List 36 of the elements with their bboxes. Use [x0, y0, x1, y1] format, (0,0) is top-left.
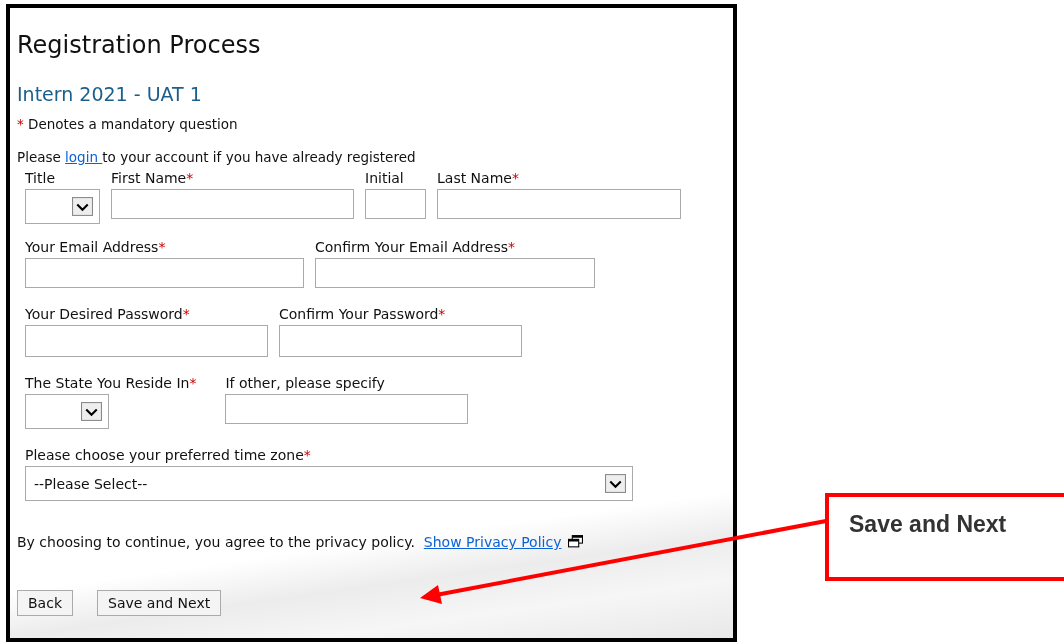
- form-button[interactable]: Save and Next: [97, 590, 222, 616]
- dropdown[interactable]: [25, 189, 100, 224]
- text-input[interactable]: [279, 325, 522, 357]
- login-prompt: Please login to your account if you have already registered: [17, 148, 417, 167]
- field-label: Your Email Address*: [25, 238, 167, 256]
- callout-text: Save and Next: [849, 511, 1007, 537]
- dropdown[interactable]: --Please Select--: [25, 466, 633, 501]
- field-label: Please choose your preferred time zone*: [25, 446, 312, 464]
- privacy-policy-link[interactable]: Show Privacy Policy: [423, 534, 562, 550]
- form-subtitle: Intern 2021 - UAT 1: [17, 82, 203, 106]
- field-label: Title: [25, 169, 56, 187]
- field-label: The State You Reside In*: [25, 374, 197, 392]
- text-input[interactable]: [25, 325, 268, 357]
- field-label: Confirm Your Password*: [279, 305, 447, 323]
- text-input[interactable]: [365, 189, 426, 219]
- mandatory-note: * Denotes a mandatory question: [17, 115, 239, 134]
- new-window-icon: [567, 535, 583, 548]
- text-input[interactable]: [225, 394, 469, 424]
- field-label: First Name*: [111, 169, 195, 187]
- field-label: If other, please specify: [225, 374, 386, 392]
- login-link[interactable]: login: [65, 149, 103, 165]
- field-label: Your Desired Password*: [25, 305, 191, 323]
- form-button[interactable]: Back: [17, 590, 73, 616]
- text-input[interactable]: [111, 189, 354, 219]
- field-label: Initial: [365, 169, 405, 187]
- page-title: Registration Process: [17, 30, 262, 60]
- field-label: Last Name*: [437, 169, 520, 187]
- chevron-down-icon: [72, 197, 93, 216]
- privacy-notice: By choosing to continue, you agree to the privacy policy. Show Privacy Policy: [17, 533, 562, 552]
- text-input[interactable]: [437, 189, 681, 219]
- text-input[interactable]: [25, 258, 304, 288]
- text-input[interactable]: [315, 258, 595, 288]
- dropdown[interactable]: [25, 394, 109, 429]
- chevron-down-icon: [605, 474, 626, 493]
- chevron-down-icon: [81, 402, 102, 421]
- field-label: Confirm Your Email Address*: [315, 238, 516, 256]
